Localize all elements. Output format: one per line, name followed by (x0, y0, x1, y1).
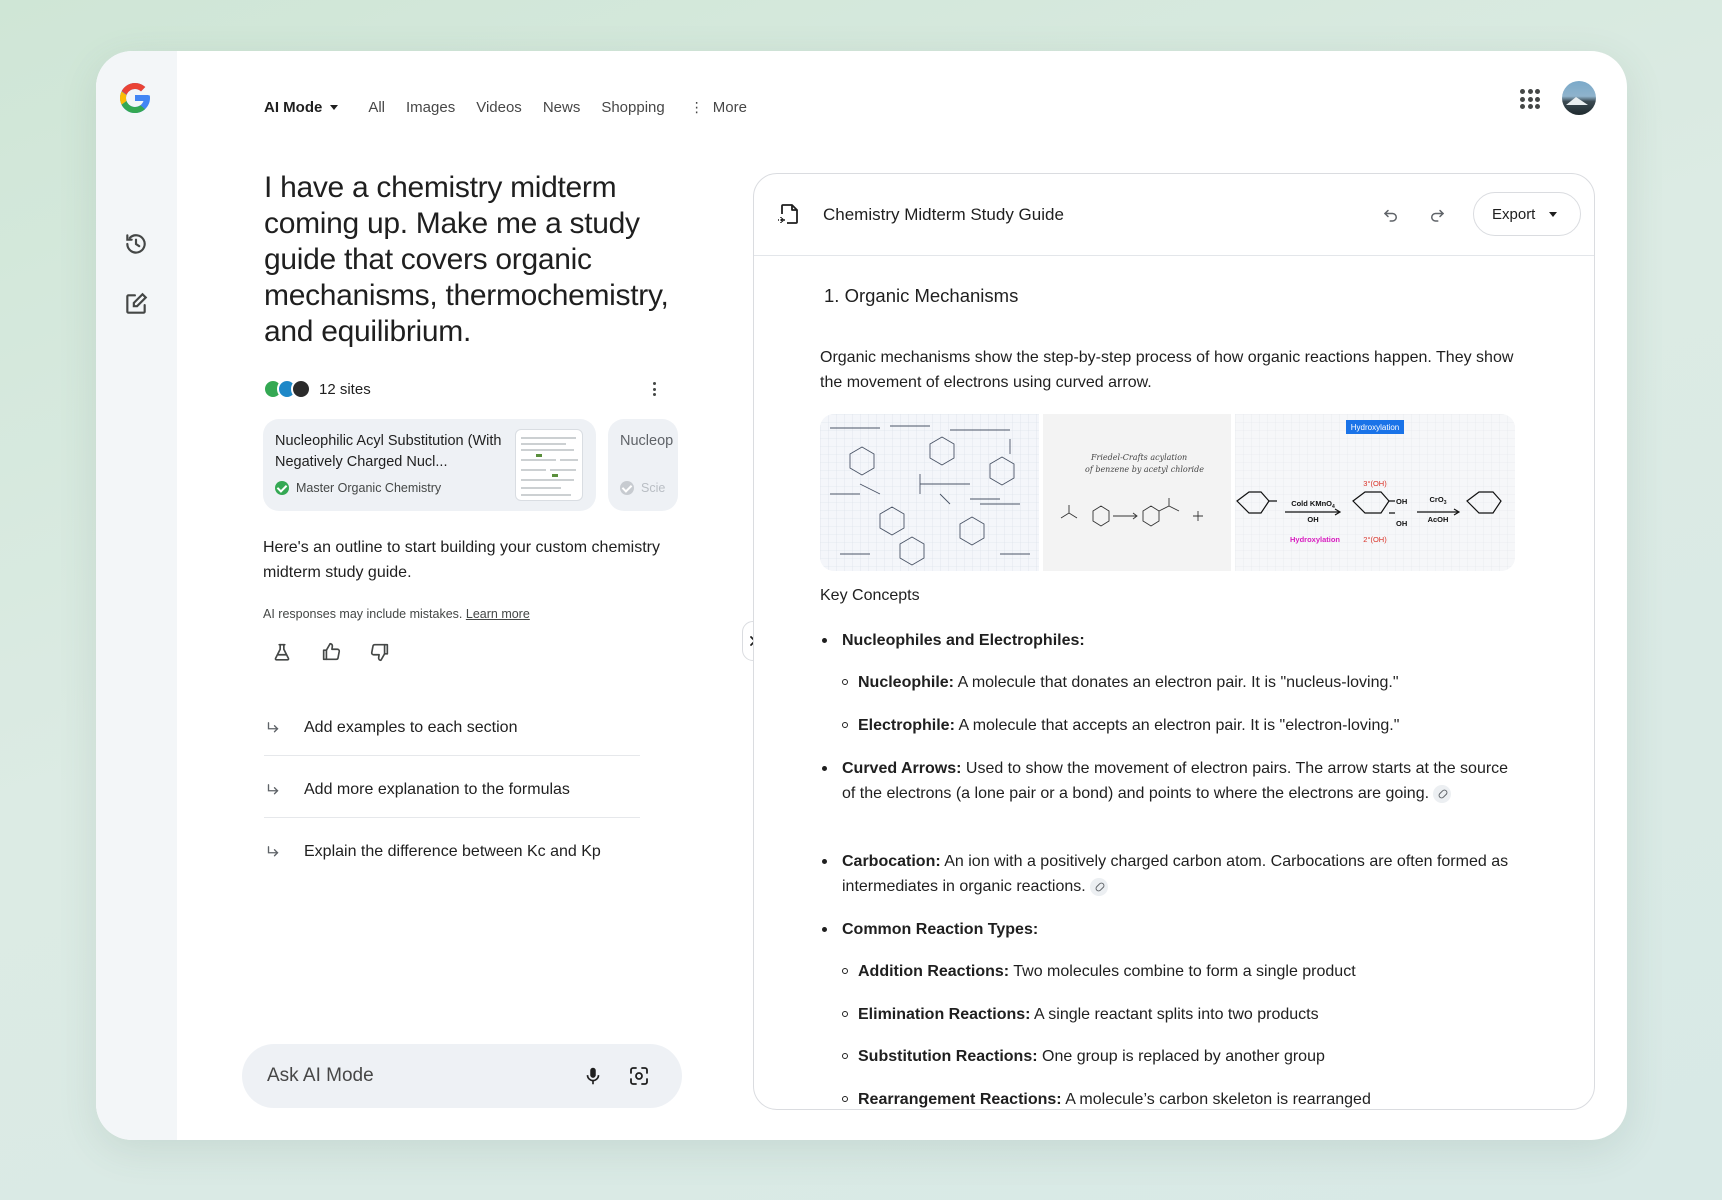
google-logo-icon[interactable] (117, 80, 153, 116)
tab-images[interactable]: Images (406, 99, 455, 116)
user-query: I have a chemistry midterm coming up. Ma… (264, 171, 669, 348)
svg-text:AcOH: AcOH (1428, 515, 1449, 524)
caret-down-icon (1549, 211, 1558, 217)
thumbs-down-icon[interactable] (369, 641, 391, 663)
export-button[interactable]: Export (1473, 192, 1581, 236)
sub-bullet-item: Elimination Reactions: A single reactant… (842, 1002, 1518, 1027)
source-card-title: Nucleophilic Acyl Substitution (With Neg… (275, 433, 502, 470)
ask-placeholder: Ask AI Mode (267, 1065, 374, 1086)
avatar[interactable] (1562, 81, 1596, 115)
sources-row[interactable]: 12 sites (263, 377, 663, 401)
source-card-site: Scie (620, 481, 665, 495)
verified-check-icon (275, 481, 289, 495)
tab-news[interactable]: News (543, 99, 581, 116)
svg-text:Hydroxylation: Hydroxylation (1351, 423, 1399, 432)
sub-bullet-item: Substitution Reactions: One group is rep… (842, 1044, 1518, 1069)
document-sparkle-icon (778, 204, 798, 224)
learn-more-link[interactable]: Learn more (466, 607, 530, 621)
tab-all[interactable]: All (368, 99, 385, 116)
section-heading: 1. Organic Mechanisms (824, 285, 1019, 306)
bullet-item: Nucleophiles and Electrophiles: (822, 628, 1522, 653)
source-card-title: Nucleop (620, 433, 674, 449)
document-body: 1. Organic Mechanisms Organic mechanisms… (754, 257, 1594, 1109)
image-friedel-crafts[interactable]: Friedel-Crafts acylation of benzene by a… (1043, 414, 1231, 571)
sub-bullet-item: Rearrangement Reactions: A molecule’s ca… (842, 1087, 1518, 1109)
svg-text:2°(OH): 2°(OH) (1363, 535, 1387, 544)
subdirectory-arrow-icon (267, 783, 279, 794)
search-tabs: AI Mode All Images Videos News Shopping … (264, 94, 747, 120)
redo-icon[interactable] (1428, 206, 1446, 224)
source-card[interactable]: Nucleop Scie (608, 419, 678, 511)
svg-text:OH: OH (1396, 519, 1407, 528)
tab-shopping[interactable]: Shopping (601, 99, 664, 116)
site-favicon-icon (620, 481, 634, 495)
caret-down-icon (330, 104, 339, 110)
side-rail (96, 51, 177, 1140)
sub-bullet-item: Addition Reactions: Two molecules combin… (842, 959, 1518, 984)
sub-bullet-item: Electrophile: A molecule that accepts an… (842, 713, 1518, 738)
bullet-item: Carbocation: An ion with a positively ch… (822, 849, 1522, 899)
suggestion-label: Add examples to each section (304, 718, 518, 736)
svg-text:Friedel-Crafts acylation: Friedel-Crafts acylation (1090, 453, 1187, 462)
undo-icon[interactable] (1382, 206, 1400, 224)
source-thumbnail (515, 429, 583, 501)
thumbs-up-icon[interactable] (320, 641, 342, 663)
microphone-icon[interactable] (582, 1064, 604, 1088)
document-panel: Chemistry Midterm Study Guide Export 1. … (753, 173, 1595, 1110)
disclaimer: AI responses may include mistakes. Learn… (263, 607, 530, 621)
ai-mode-tab[interactable]: AI Mode (264, 98, 339, 116)
app-window: AI Mode All Images Videos News Shopping … (96, 51, 1627, 1140)
ai-mode-label: AI Mode (264, 98, 323, 116)
subdirectory-arrow-icon (267, 721, 279, 732)
tab-videos[interactable]: Videos (476, 99, 522, 116)
image-hydroxylation[interactable]: Hydroxylation Cold KMnO4 OH Hydroxylatio… (1235, 414, 1515, 571)
citation-link-icon[interactable] (1433, 784, 1452, 803)
image-chemistry-notes[interactable] (820, 414, 1039, 571)
key-concepts-heading: Key Concepts (820, 587, 920, 604)
more-menu[interactable]: ⋮ More (690, 99, 747, 116)
ask-input[interactable]: Ask AI Mode (242, 1044, 682, 1108)
lab-flask-icon[interactable] (271, 641, 293, 663)
svg-text:OH: OH (1307, 515, 1318, 524)
sources-menu-icon[interactable] (646, 377, 662, 401)
bullet-item: Curved Arrows: Used to show the movement… (822, 756, 1522, 806)
apps-grid-icon[interactable] (1520, 89, 1540, 109)
svg-text:of benzene by acetyl chloride: of benzene by acetyl chloride (1085, 465, 1204, 474)
export-label: Export (1492, 205, 1536, 223)
svg-text:Hydroxylation: Hydroxylation (1290, 535, 1340, 544)
source-card-site: Master Organic Chemistry (275, 481, 441, 495)
suggestion-label: Explain the difference between Kc and Kp (304, 843, 601, 860)
image-strip: Friedel-Crafts acylation of benzene by a… (820, 414, 1515, 571)
svg-text:OH: OH (1396, 497, 1407, 506)
document-header: Chemistry Midterm Study Guide Export (754, 174, 1594, 256)
new-chat-icon[interactable] (123, 291, 149, 317)
source-card[interactable]: Nucleophilic Acyl Substitution (With Neg… (263, 419, 596, 511)
more-vert-icon: ⋮ (689, 98, 704, 115)
svg-text:3°(OH): 3°(OH) (1363, 479, 1387, 488)
history-icon[interactable] (123, 231, 149, 257)
more-label: More (712, 98, 747, 116)
site-favicon-icon (291, 379, 311, 399)
subdirectory-arrow-icon (267, 846, 279, 857)
suggestion-item[interactable]: Explain the difference between Kc and Kp (264, 824, 640, 880)
sites-count: 12 sites (319, 380, 371, 398)
document-title: Chemistry Midterm Study Guide (823, 205, 1064, 224)
suggestion-label: Add more explanation to the formulas (304, 780, 570, 798)
suggestion-item[interactable]: Add more explanation to the formulas (264, 762, 640, 818)
camera-lens-icon[interactable] (627, 1064, 651, 1088)
suggestion-item[interactable]: Add examples to each section (264, 700, 640, 756)
section-paragraph: Organic mechanisms show the step-by-step… (820, 349, 1514, 391)
sub-bullet-item: Nucleophile: A molecule that donates an … (842, 670, 1518, 695)
citation-link-icon[interactable] (1089, 877, 1108, 896)
bullet-item: Common Reaction Types: (822, 917, 1522, 942)
response-intro: Here's an outline to start building your… (263, 539, 661, 581)
